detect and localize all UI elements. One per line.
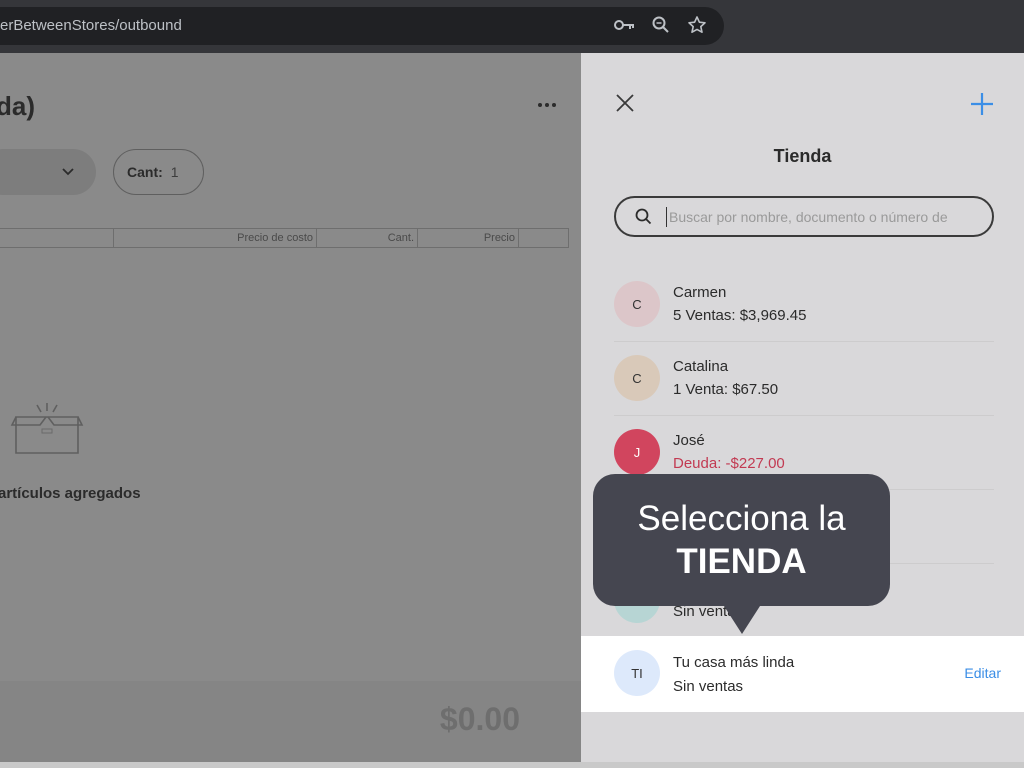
quantity-field[interactable]: Cant: 1 bbox=[113, 149, 204, 195]
column-header bbox=[0, 229, 114, 247]
list-item[interactable]: C Carmen 5 Ventas: $3,969.45 bbox=[614, 268, 994, 342]
drawer-title: Tienda bbox=[773, 146, 832, 166]
tooltip-line2: TIENDA bbox=[676, 542, 807, 581]
footer-bar: $0.00 bbox=[0, 681, 581, 762]
chevron-down-icon bbox=[62, 168, 74, 176]
key-icon[interactable] bbox=[614, 14, 636, 36]
client-name: José bbox=[673, 432, 705, 449]
page-title: da) bbox=[0, 91, 35, 121]
search-input[interactable] bbox=[666, 207, 956, 227]
more-options-button[interactable] bbox=[535, 93, 559, 117]
dot-icon bbox=[552, 103, 556, 107]
close-icon[interactable] bbox=[613, 91, 637, 115]
avatar: C bbox=[614, 281, 660, 327]
tutorial-tooltip: Selecciona la TIENDA bbox=[593, 474, 890, 634]
total-amount: $0.00 bbox=[439, 701, 520, 737]
column-header-qty: Cant. bbox=[317, 229, 418, 247]
avatar: J bbox=[614, 429, 660, 475]
client-info: 1 Venta: $67.50 bbox=[673, 381, 779, 398]
browser-toolbar: erBetweenStores/outbound bbox=[0, 0, 1024, 53]
column-header-price: Precio bbox=[418, 229, 519, 247]
client-name: Catalina bbox=[673, 358, 729, 375]
column-header-cost: Precio de costo bbox=[114, 229, 317, 247]
zoom-icon[interactable] bbox=[650, 14, 672, 36]
quantity-value: 1 bbox=[170, 164, 179, 180]
column-header bbox=[519, 229, 568, 247]
store-select[interactable] bbox=[0, 149, 96, 195]
star-icon[interactable] bbox=[686, 14, 708, 36]
tooltip-line1: Selecciona la bbox=[637, 499, 846, 538]
avatar: C bbox=[614, 355, 660, 401]
add-icon[interactable] bbox=[969, 91, 995, 117]
search-box[interactable] bbox=[614, 196, 994, 237]
store-row-highlighted[interactable]: TI Tu casa más linda Sin ventas Editar bbox=[581, 636, 1024, 712]
empty-message: artículos agregados bbox=[0, 485, 141, 502]
bottom-strip bbox=[0, 762, 1024, 768]
avatar: TI bbox=[614, 650, 660, 696]
client-name: Carmen bbox=[673, 284, 727, 301]
store-info: Sin ventas bbox=[673, 678, 744, 695]
list-item[interactable]: C Catalina 1 Venta: $67.50 bbox=[614, 342, 994, 416]
empty-box-icon bbox=[10, 403, 84, 454]
quantity-label: Cant: bbox=[127, 164, 163, 180]
store-name: Tu casa más linda bbox=[673, 654, 795, 671]
edit-link[interactable]: Editar bbox=[964, 665, 1001, 681]
transfer-page: da) Cant: 1 Precio de costo Cant. Precio… bbox=[0, 53, 581, 762]
client-info: 5 Ventas: $3,969.45 bbox=[673, 307, 807, 324]
search-icon bbox=[635, 208, 652, 225]
dot-icon bbox=[545, 103, 549, 107]
url-text: erBetweenStores/outbound bbox=[0, 17, 182, 34]
items-table-header: Precio de costo Cant. Precio bbox=[0, 228, 569, 248]
dot-icon bbox=[538, 103, 542, 107]
client-debt: Deuda: -$227.00 bbox=[673, 455, 785, 472]
